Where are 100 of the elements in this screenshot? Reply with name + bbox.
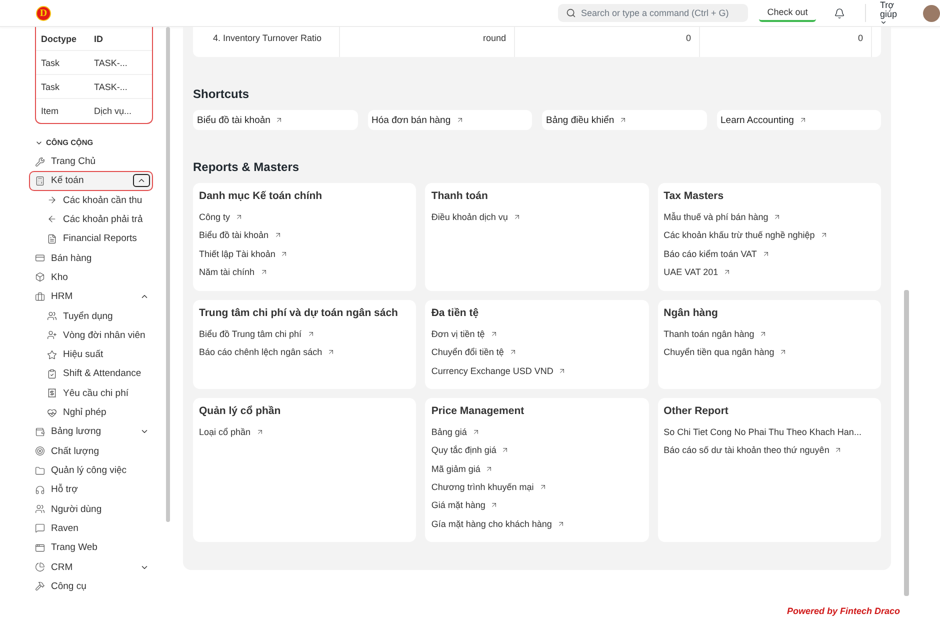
report-link[interactable]: Chuyển tiền qua ngân hàng <box>664 343 788 362</box>
report-link[interactable]: Bảng giá <box>431 423 480 442</box>
report-link[interactable]: So Chi Tiet Cong No Phai Thu Theo Khach Han... <box>664 423 862 442</box>
report-link[interactable]: Báo cáo kiểm toán VAT <box>664 244 770 263</box>
scrollbar[interactable] <box>904 290 909 596</box>
sidebar-icon <box>47 350 57 360</box>
card-title: Đa tiền tệ <box>431 307 480 319</box>
arrow-up-right-icon <box>260 268 268 276</box>
scrollbar[interactable] <box>166 27 170 522</box>
sidebar-item[interactable]: Quản lý công việc <box>29 460 153 480</box>
arrow-up-right-icon <box>256 428 264 436</box>
card-title: Quản lý cổ phần <box>199 405 282 417</box>
shortcut-link[interactable]: Learn Accounting <box>716 110 881 130</box>
sidebar-icon <box>35 523 45 534</box>
shortcut-link[interactable]: Bảng điều khiển <box>542 110 706 130</box>
report-link[interactable]: Mẫu thuế và phí bán hàng <box>664 208 782 226</box>
sidebar-item[interactable]: Kho <box>29 268 153 288</box>
report-link[interactable]: Chuyển đổi tiền tệ <box>431 343 517 362</box>
table-cell: round <box>340 27 515 57</box>
table-cell-text: Item <box>41 106 60 116</box>
arrow-up-right-icon <box>759 330 768 338</box>
shortcut-link[interactable]: Biểu đồ tài khoản <box>193 110 358 130</box>
sidebar-item[interactable]: Trang Web <box>29 538 153 558</box>
report-link[interactable]: Điều khoản dịch vụ <box>431 208 521 226</box>
sidebar-item[interactable]: HRM <box>29 287 153 306</box>
arrow-up-right-icon <box>485 464 494 473</box>
sidebar-item[interactable]: Chất lượng <box>29 442 153 461</box>
report-link[interactable]: Biểu đồ Trung tâm chi phí <box>199 325 315 344</box>
arrow-up-right-icon <box>456 116 464 124</box>
arrow-up-right-icon <box>501 446 510 454</box>
sidebar-item[interactable]: Hiệu suất <box>41 345 153 364</box>
chevron-up-icon[interactable] <box>133 174 150 188</box>
sidebar-item[interactable]: Financial Reports <box>41 229 153 248</box>
arrow-up-right-icon <box>762 250 770 258</box>
card-title: Tax Masters <box>664 190 725 202</box>
sidebar-icon <box>47 311 57 322</box>
card-title: Danh mục Kế toán chính <box>199 190 324 202</box>
sidebar-item[interactable]: Kế toán <box>29 171 153 190</box>
card-title: Thanh toán <box>431 190 489 202</box>
sidebar-icon <box>47 408 57 418</box>
arrow-up-right-icon <box>834 446 842 454</box>
sidebar-item[interactable]: Công cụ <box>29 576 153 596</box>
sidebar-item[interactable]: Người dùng <box>29 500 153 519</box>
table-cell-text: Task <box>41 58 61 68</box>
report-link[interactable]: Báo cáo chênh lệch ngân sách <box>199 343 336 362</box>
help-menu[interactable]: Trợ giúp <box>880 0 906 26</box>
sidebar-item[interactable]: Các khoản phải trả <box>41 210 153 230</box>
arrow-up-right-icon <box>723 268 732 276</box>
arrow-up-right-icon <box>490 330 498 338</box>
arrow-up-right-icon <box>512 213 521 222</box>
sidebar-item[interactable]: Yêu cầu chi phí <box>41 384 153 403</box>
report-link[interactable]: Thanh toán ngân hàng <box>664 325 768 344</box>
report-link[interactable]: Chương trình khuyến mại <box>431 478 547 496</box>
report-link[interactable]: Loại cổ phần <box>199 423 264 442</box>
sidebar-item[interactable]: Tuyển dụng <box>41 306 153 326</box>
arrow-up-right-icon <box>280 250 288 258</box>
sidebar-item[interactable]: Raven <box>29 518 153 538</box>
sidebar-icon <box>35 504 45 514</box>
table-cell: 4. Inventory Turnover Ratio <box>193 27 340 57</box>
report-link[interactable]: Currency Exchange USD VND <box>431 362 566 380</box>
report-link[interactable]: Báo cáo số dư tài khoản theo thứ nguyên <box>664 441 842 460</box>
card-title: Price Management <box>431 405 526 417</box>
card-title: Other Report <box>664 405 730 417</box>
avatar[interactable] <box>923 4 940 22</box>
sidebar-item[interactable]: Trang Chủ <box>29 152 153 172</box>
report-link[interactable]: Thiết lập Tài khoản <box>199 244 288 263</box>
report-link[interactable]: Công ty <box>199 208 244 226</box>
sidebar-icon <box>35 253 45 264</box>
report-link[interactable]: Năm tài chính <box>199 262 268 282</box>
report-link[interactable]: Các khoản khấu trừ thuế nghề nghiệp <box>664 226 828 245</box>
sidebar-icon <box>35 562 45 572</box>
table-cell-text: Dịch vụ... <box>94 106 133 116</box>
report-link[interactable]: Mã giảm giá <box>431 460 494 478</box>
sidebar-icon <box>47 388 57 398</box>
arrow-up-right-icon <box>773 213 782 222</box>
arrow-up-right-icon <box>538 483 547 492</box>
report-link[interactable]: UAE VAT 201 <box>664 262 732 282</box>
sidebar-item[interactable]: Vòng đời nhân viên <box>41 326 153 345</box>
sidebar-icon <box>35 446 45 456</box>
sidebar-item[interactable]: Bảng lương <box>29 422 153 442</box>
sidebar-icon <box>35 542 45 553</box>
column-header: Doctype <box>41 34 78 44</box>
report-link[interactable]: Quy tắc định giá <box>431 441 510 460</box>
bell-icon[interactable] <box>834 8 845 18</box>
shortcut-link[interactable]: Hóa đơn bán hàng <box>368 110 532 130</box>
report-link[interactable]: Gía mặt hàng cho khách hàng <box>431 514 565 533</box>
report-link[interactable]: Biểu đồ tài khoản <box>199 226 282 245</box>
footer-text: Powered by Fintech Draco <box>786 605 901 618</box>
sidebar-item[interactable]: Hỗ trợ <box>29 480 153 500</box>
sidebar-icon <box>47 368 57 379</box>
arrow-up-right-icon <box>274 231 282 240</box>
sidebar-item[interactable]: CRM <box>29 557 153 577</box>
sidebar-icon <box>35 484 45 495</box>
sidebar-item[interactable]: Nghỉ phép <box>41 402 153 422</box>
report-link[interactable]: Đơn vị tiền tệ <box>431 325 498 344</box>
sidebar-item[interactable]: Bán hàng <box>29 248 153 268</box>
sidebar-item[interactable]: Shift & Attendance <box>41 364 153 384</box>
sidebar-item[interactable]: Các khoản cần thu <box>41 190 153 210</box>
report-link[interactable]: Giá mặt hàng <box>431 496 498 514</box>
search-field[interactable]: Search or type a command (Ctrl + G) <box>558 4 748 22</box>
